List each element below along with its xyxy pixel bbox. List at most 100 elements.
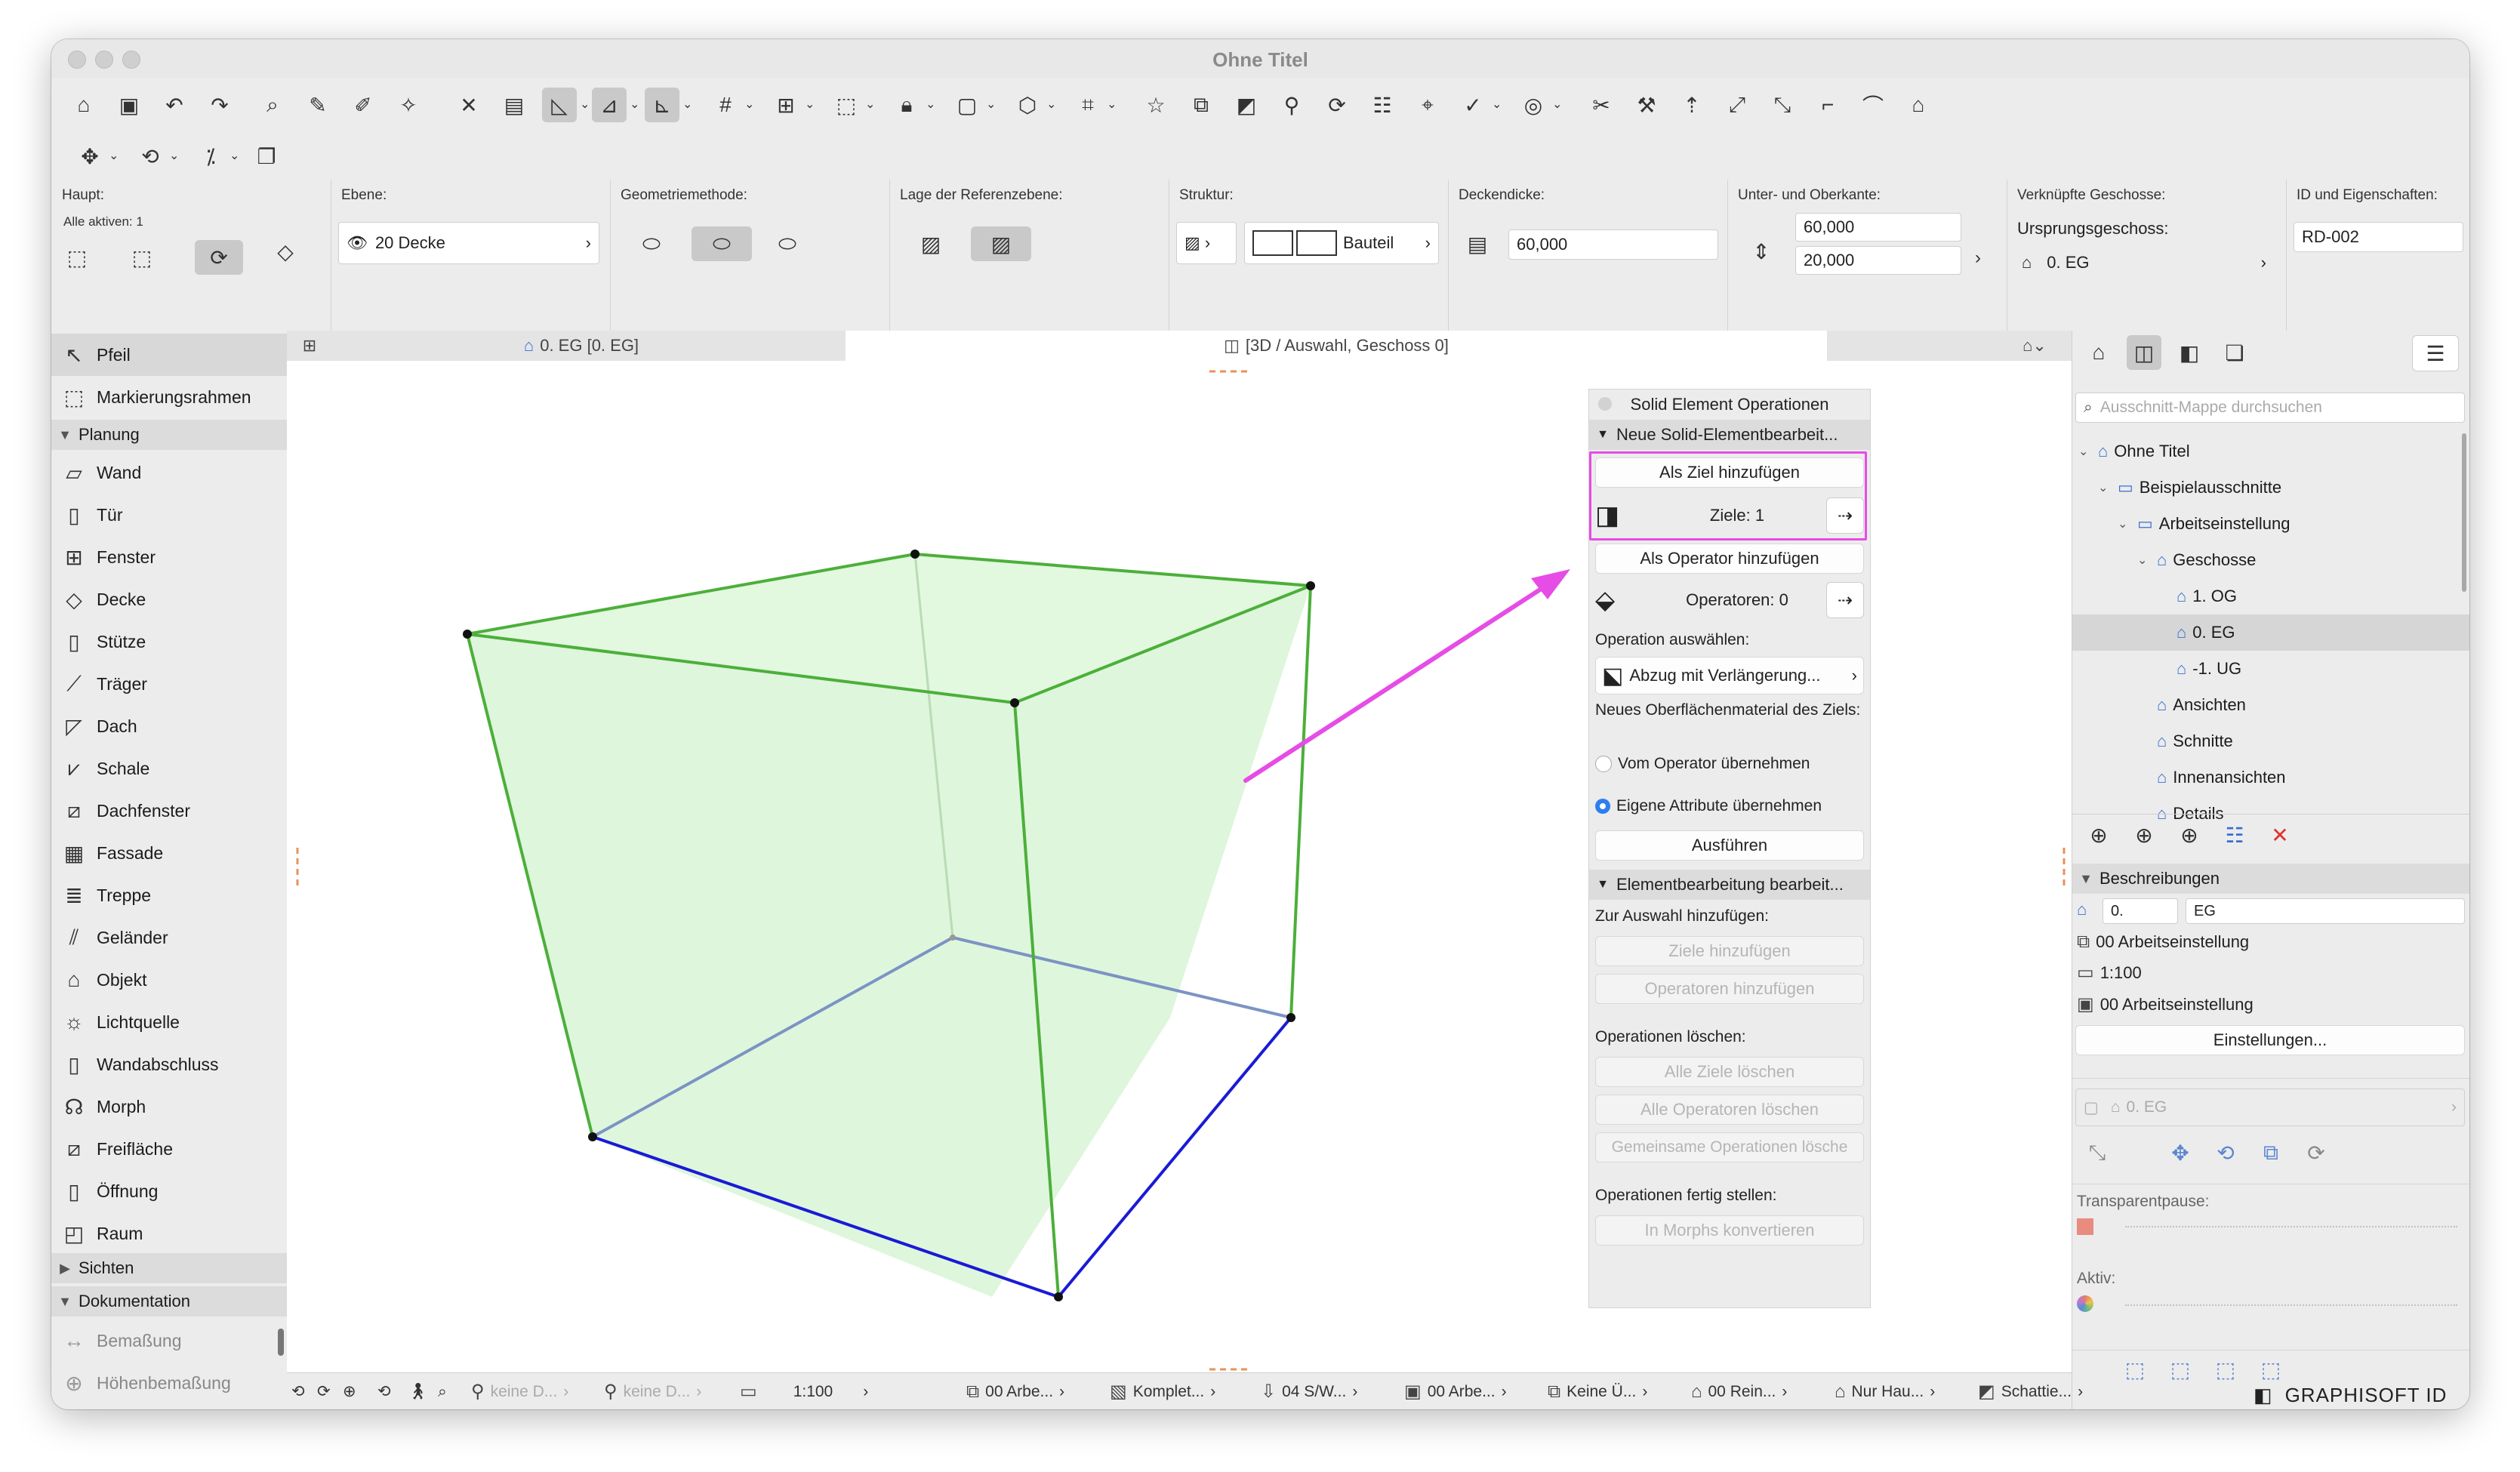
intersect-icon[interactable]: ⌐	[1810, 88, 1845, 122]
undo-view-icon[interactable]: ⟲	[291, 1373, 305, 1409]
deckendicke-input[interactable]: 60,000	[1508, 229, 1718, 260]
shadow-combo[interactable]: ◩ Schattie... ›	[1978, 1373, 2083, 1409]
teamwork-icon[interactable]: ⟳	[1320, 88, 1354, 122]
syringe-icon[interactable]: ✐	[346, 88, 380, 122]
disclosure-icon[interactable]: ⌄	[2137, 553, 2157, 568]
project-map-icon[interactable]: ⌂	[2081, 335, 2116, 370]
toolbox-scrollbar[interactable]	[278, 1329, 284, 1356]
elevate-icon[interactable]: ⇡	[1674, 88, 1709, 122]
graphisoft-id[interactable]: ◧ GRAPHISOFT ID	[2254, 1383, 2447, 1407]
operation-select[interactable]: ⬕ Abzug mit Verlängerung... ›	[1595, 657, 1864, 694]
add-target-button[interactable]: Als Ziel hinzufügen	[1595, 457, 1864, 488]
palette-close-button[interactable]	[1598, 397, 1612, 411]
resize-icon[interactable]: ⤢	[1720, 88, 1754, 122]
tree-item[interactable]: ⌄ ⌂ Ohne Titel	[2072, 433, 2463, 470]
disclosure-icon[interactable]: ⌄	[2078, 444, 2098, 459]
tool-slab[interactable]: ◇ Decke	[51, 578, 287, 621]
move-icon[interactable]: ✥	[72, 139, 107, 174]
tool-bemassung[interactable]: ↔ Bemaßung	[51, 1320, 287, 1362]
dokumentation-header[interactable]: ▼ Dokumentation	[51, 1286, 287, 1316]
tree-item[interactable]: ⌂ 1. OG	[2072, 578, 2469, 614]
chevron-down-icon[interactable]: ⌄	[744, 97, 754, 112]
tab-3d[interactable]: ◫ [3D / Auswahl, Geschoss 0]	[846, 331, 1827, 361]
tool-door[interactable]: ▯ Tür	[51, 494, 287, 536]
eyedropper-icon[interactable]: ✎	[300, 88, 335, 122]
trace-action-icon[interactable]: ⬚	[2163, 1352, 2198, 1387]
chevron-down-icon[interactable]: ⌄	[580, 97, 590, 112]
tool-wall-end[interactable]: ▯ Wandabschluss	[51, 1043, 287, 1086]
tool-mesh[interactable]: ⧄ Freifläche	[51, 1128, 287, 1170]
tree-item[interactable]: ⌂ -1. UG	[2072, 651, 2469, 687]
zoom-icon[interactable]: ⌕	[438, 1373, 447, 1409]
radio-button[interactable]	[1595, 756, 1612, 772]
ref-bottom-icon[interactable]: ▨	[971, 226, 1031, 261]
tool-lamp[interactable]: ☼ Lichtquelle	[51, 1001, 287, 1043]
geometry-sloped-icon[interactable]: ⬭	[692, 226, 752, 261]
convert-morphs-button[interactable]: In Morphs konvertieren	[1595, 1215, 1864, 1246]
chevron-down-icon[interactable]: ⌄	[1046, 97, 1056, 112]
find-select-icon[interactable]: ⌕	[255, 88, 290, 122]
trace-move-icon[interactable]: ⤡	[2080, 1135, 2115, 1170]
radio-own-attributes[interactable]: Eigene Attribute übernehmen	[1595, 797, 1822, 815]
tool-pfeil[interactable]: ↖ Pfeil	[51, 334, 287, 376]
sichten-header[interactable]: ▶ Sichten	[51, 1253, 287, 1283]
geometry-polygonal-icon[interactable]: ⬭	[761, 226, 814, 261]
guide-lines-icon[interactable]: ◺	[542, 88, 577, 122]
tool-opening[interactable]: ▯ Öffnung	[51, 1170, 287, 1212]
pens-combo[interactable]: ⇩ 04 S/W... ›	[1261, 1373, 1357, 1409]
chevron-right-icon[interactable]: ›	[1975, 248, 1981, 269]
stretch-icon[interactable]: ⤡	[1765, 88, 1800, 122]
tab-overview-icon[interactable]: ⊞	[287, 331, 332, 361]
tracker-icon[interactable]: ▤	[497, 88, 531, 122]
add-operator-button[interactable]: Als Operator hinzufügen	[1595, 544, 1864, 574]
magic-wand-icon[interactable]: ✧	[391, 88, 426, 122]
new-view-icon[interactable]: ⊕	[2081, 818, 2116, 852]
offset-icon[interactable]: ⌂	[1901, 88, 1936, 122]
view-combo[interactable]: ▣ 00 Arbe... ›	[1404, 1373, 1507, 1409]
3d-window-icon[interactable]: ⌗	[1071, 88, 1105, 122]
tool-shell[interactable]: ⩗ Schale	[51, 747, 287, 790]
structure-combo[interactable]: ⌂ Nur Hau... ›	[1835, 1373, 1935, 1409]
layer-icon[interactable]: ▢	[950, 88, 984, 122]
chevron-down-icon[interactable]: ⌄	[230, 148, 239, 163]
layout-book-icon[interactable]: ◧	[2172, 335, 2207, 370]
menu-icon[interactable]: ☰	[2412, 335, 2459, 371]
tree-item[interactable]: ⌄ ▭ Beispielausschnitte	[2072, 470, 2469, 506]
suspend-groups-icon[interactable]: ⬚	[829, 88, 864, 122]
chevron-down-icon[interactable]: ⌄	[865, 97, 875, 112]
delete-icon[interactable]: ✕	[2263, 818, 2297, 852]
pick-icon[interactable]: ✕	[451, 88, 486, 122]
trace-reference-select[interactable]: ▢ ⌂ 0. EG ›	[2075, 1089, 2465, 1126]
duplicate-icon[interactable]: ❐	[249, 139, 284, 174]
chevron-down-icon[interactable]: ⌄	[1552, 97, 1562, 112]
selection-icon[interactable]: ⬚	[63, 240, 91, 275]
select-targets-icon[interactable]: ⇢	[1826, 497, 1864, 534]
chevron-down-icon[interactable]: ⌄	[682, 97, 692, 112]
chevron-down-icon[interactable]: ⌄	[986, 97, 996, 112]
section-edit[interactable]: ▼ Elementbearbeitung bearbeit...	[1589, 870, 1870, 900]
section-new-solid[interactable]: ▼ Neue Solid-Elementbearbeit...	[1589, 420, 1870, 450]
select-operators-icon[interactable]: ⇢	[1826, 582, 1864, 618]
ref-top-icon[interactable]: ▨	[904, 226, 957, 261]
disclosure-icon[interactable]: ⌄	[2118, 516, 2137, 531]
radio-button-selected[interactable]	[1595, 799, 1610, 814]
fillet-icon[interactable]: ⌒	[1856, 88, 1890, 122]
tool-morph[interactable]: ☊ Morph	[51, 1086, 287, 1128]
trace-color-swatch[interactable]	[2077, 1218, 2093, 1235]
tool-zone[interactable]: ◰ Raum	[51, 1212, 287, 1255]
disclosure-icon[interactable]: ⌄	[2098, 480, 2118, 495]
nav-combo-2[interactable]: ⚲ keine D... ›	[604, 1373, 701, 1409]
lock-icon[interactable]: 🔒︎	[889, 88, 924, 122]
override-combo[interactable]: ⧉ Keine Ü... ›	[1548, 1373, 1647, 1409]
settings-button[interactable]: Einstellungen...	[2075, 1025, 2465, 1055]
delete-operators-button[interactable]: Alle Operatoren löschen	[1595, 1095, 1864, 1125]
render-icon[interactable]: ◎	[1516, 88, 1551, 122]
save-icon[interactable]: ▣	[112, 88, 146, 122]
new-folder-icon[interactable]: ⊕	[2172, 818, 2207, 852]
snap-points-icon[interactable]: ⊾	[645, 88, 679, 122]
tool-railing[interactable]: ⫽ Geländer	[51, 916, 287, 959]
link-icon[interactable]: ⚲	[1274, 88, 1309, 122]
trace-action-icon[interactable]: ⬚	[2254, 1352, 2288, 1387]
tool-roof[interactable]: ◸ Dach	[51, 705, 287, 747]
tool-wall[interactable]: ▱ Wand	[51, 451, 287, 494]
